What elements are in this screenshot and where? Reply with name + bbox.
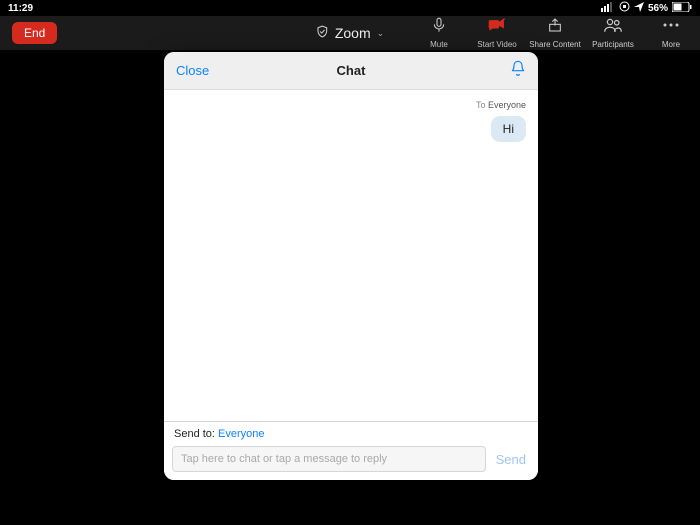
meeting-title-text: Zoom [335,25,371,41]
send-button[interactable]: Send [492,452,530,467]
encryption-shield-icon [316,25,329,41]
meeting-title-dropdown[interactable]: Zoom ⌄ [316,25,384,41]
meeting-toolbar: End Zoom ⌄ Mute Start Video Share Conten… [0,16,700,50]
location-icon [634,2,644,15]
message-recipient-line: To Everyone [176,100,526,110]
chat-messages-area: To Everyone Hi [164,90,538,421]
status-bar: 11:29 56% [0,0,700,16]
share-content-button[interactable]: Share Content [526,16,584,50]
signal-icon [601,2,615,15]
microphone-icon [430,17,448,38]
to-prefix: To [476,100,486,110]
video-off-icon [488,17,506,38]
chat-message-bubble[interactable]: Hi [491,116,526,142]
participants-icon [604,17,622,38]
send-to-selector[interactable]: Send to: Everyone [164,422,538,442]
chat-panel: Close Chat To Everyone Hi Send to: Every… [164,52,538,480]
close-button[interactable]: Close [176,63,209,78]
battery-icon [672,2,692,15]
chat-input[interactable] [172,446,486,472]
share-icon [546,17,564,38]
chat-input-row: Send [164,442,538,480]
sendto-recipient: Everyone [218,428,264,440]
more-icon [662,17,680,38]
mute-label: Mute [430,40,448,49]
notifications-button[interactable] [510,60,526,81]
status-right: 56% [601,1,692,15]
participants-button[interactable]: Participants [584,16,642,50]
more-button[interactable]: More [642,16,700,50]
orientation-lock-icon [619,1,630,15]
end-button[interactable]: End [12,22,57,44]
to-recipient: Everyone [488,100,526,110]
chevron-down-icon: ⌄ [377,28,385,39]
chat-header: Close Chat [164,52,538,90]
start-video-button[interactable]: Start Video [468,16,526,50]
start-video-label: Start Video [477,40,516,49]
chat-title: Chat [337,63,366,78]
battery-percent: 56% [648,3,668,14]
sendto-label: Send to: [174,428,215,440]
mute-button[interactable]: Mute [410,16,468,50]
participants-label: Participants [592,40,634,49]
chat-footer: Send to: Everyone Send [164,421,538,480]
toolbar-controls: Mute Start Video Share Content Participa… [410,16,700,50]
more-label: More [662,40,680,49]
status-time: 11:29 [8,3,33,14]
share-label: Share Content [529,40,581,49]
